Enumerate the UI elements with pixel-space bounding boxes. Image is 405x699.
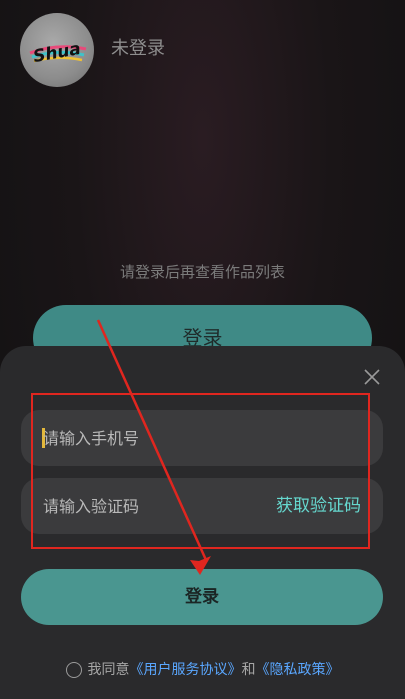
agreement-prefix: 我同意 — [87, 662, 130, 678]
agreement-conjunction: 和 — [241, 662, 256, 678]
privacy-policy-link[interactable]: 《隐私政策》 — [256, 662, 340, 678]
empty-hint: 请登录后再查看作品列表 — [119, 263, 285, 281]
login-button[interactable]: 登录 — [21, 569, 383, 625]
get-code-button[interactable]: 获取验证码 — [276, 478, 361, 534]
code-field: 获取验证码 — [21, 478, 383, 534]
profile-screen: Shua 未登录 请登录后再查看作品列表 登录 获取验证码 登录 我同意《用户服… — [0, 0, 405, 699]
radio-unchecked-icon[interactable] — [65, 662, 82, 678]
user-agreement-link[interactable]: 《用户服务协议》 — [130, 662, 242, 678]
close-button[interactable] — [363, 368, 381, 386]
login-sheet: 获取验证码 登录 我同意《用户服务协议》和《隐私政策》 — [0, 346, 405, 699]
avatar[interactable]: Shua — [20, 13, 94, 87]
agreement-row: 我同意《用户服务协议》和《隐私政策》 — [0, 659, 405, 679]
username-label: 未登录 — [111, 38, 165, 59]
close-icon — [364, 369, 380, 385]
phone-input[interactable] — [43, 410, 263, 466]
logo-text: Shua — [32, 39, 83, 67]
phone-field — [21, 410, 383, 466]
code-input[interactable] — [43, 478, 263, 534]
shua-logo: Shua — [29, 39, 87, 67]
